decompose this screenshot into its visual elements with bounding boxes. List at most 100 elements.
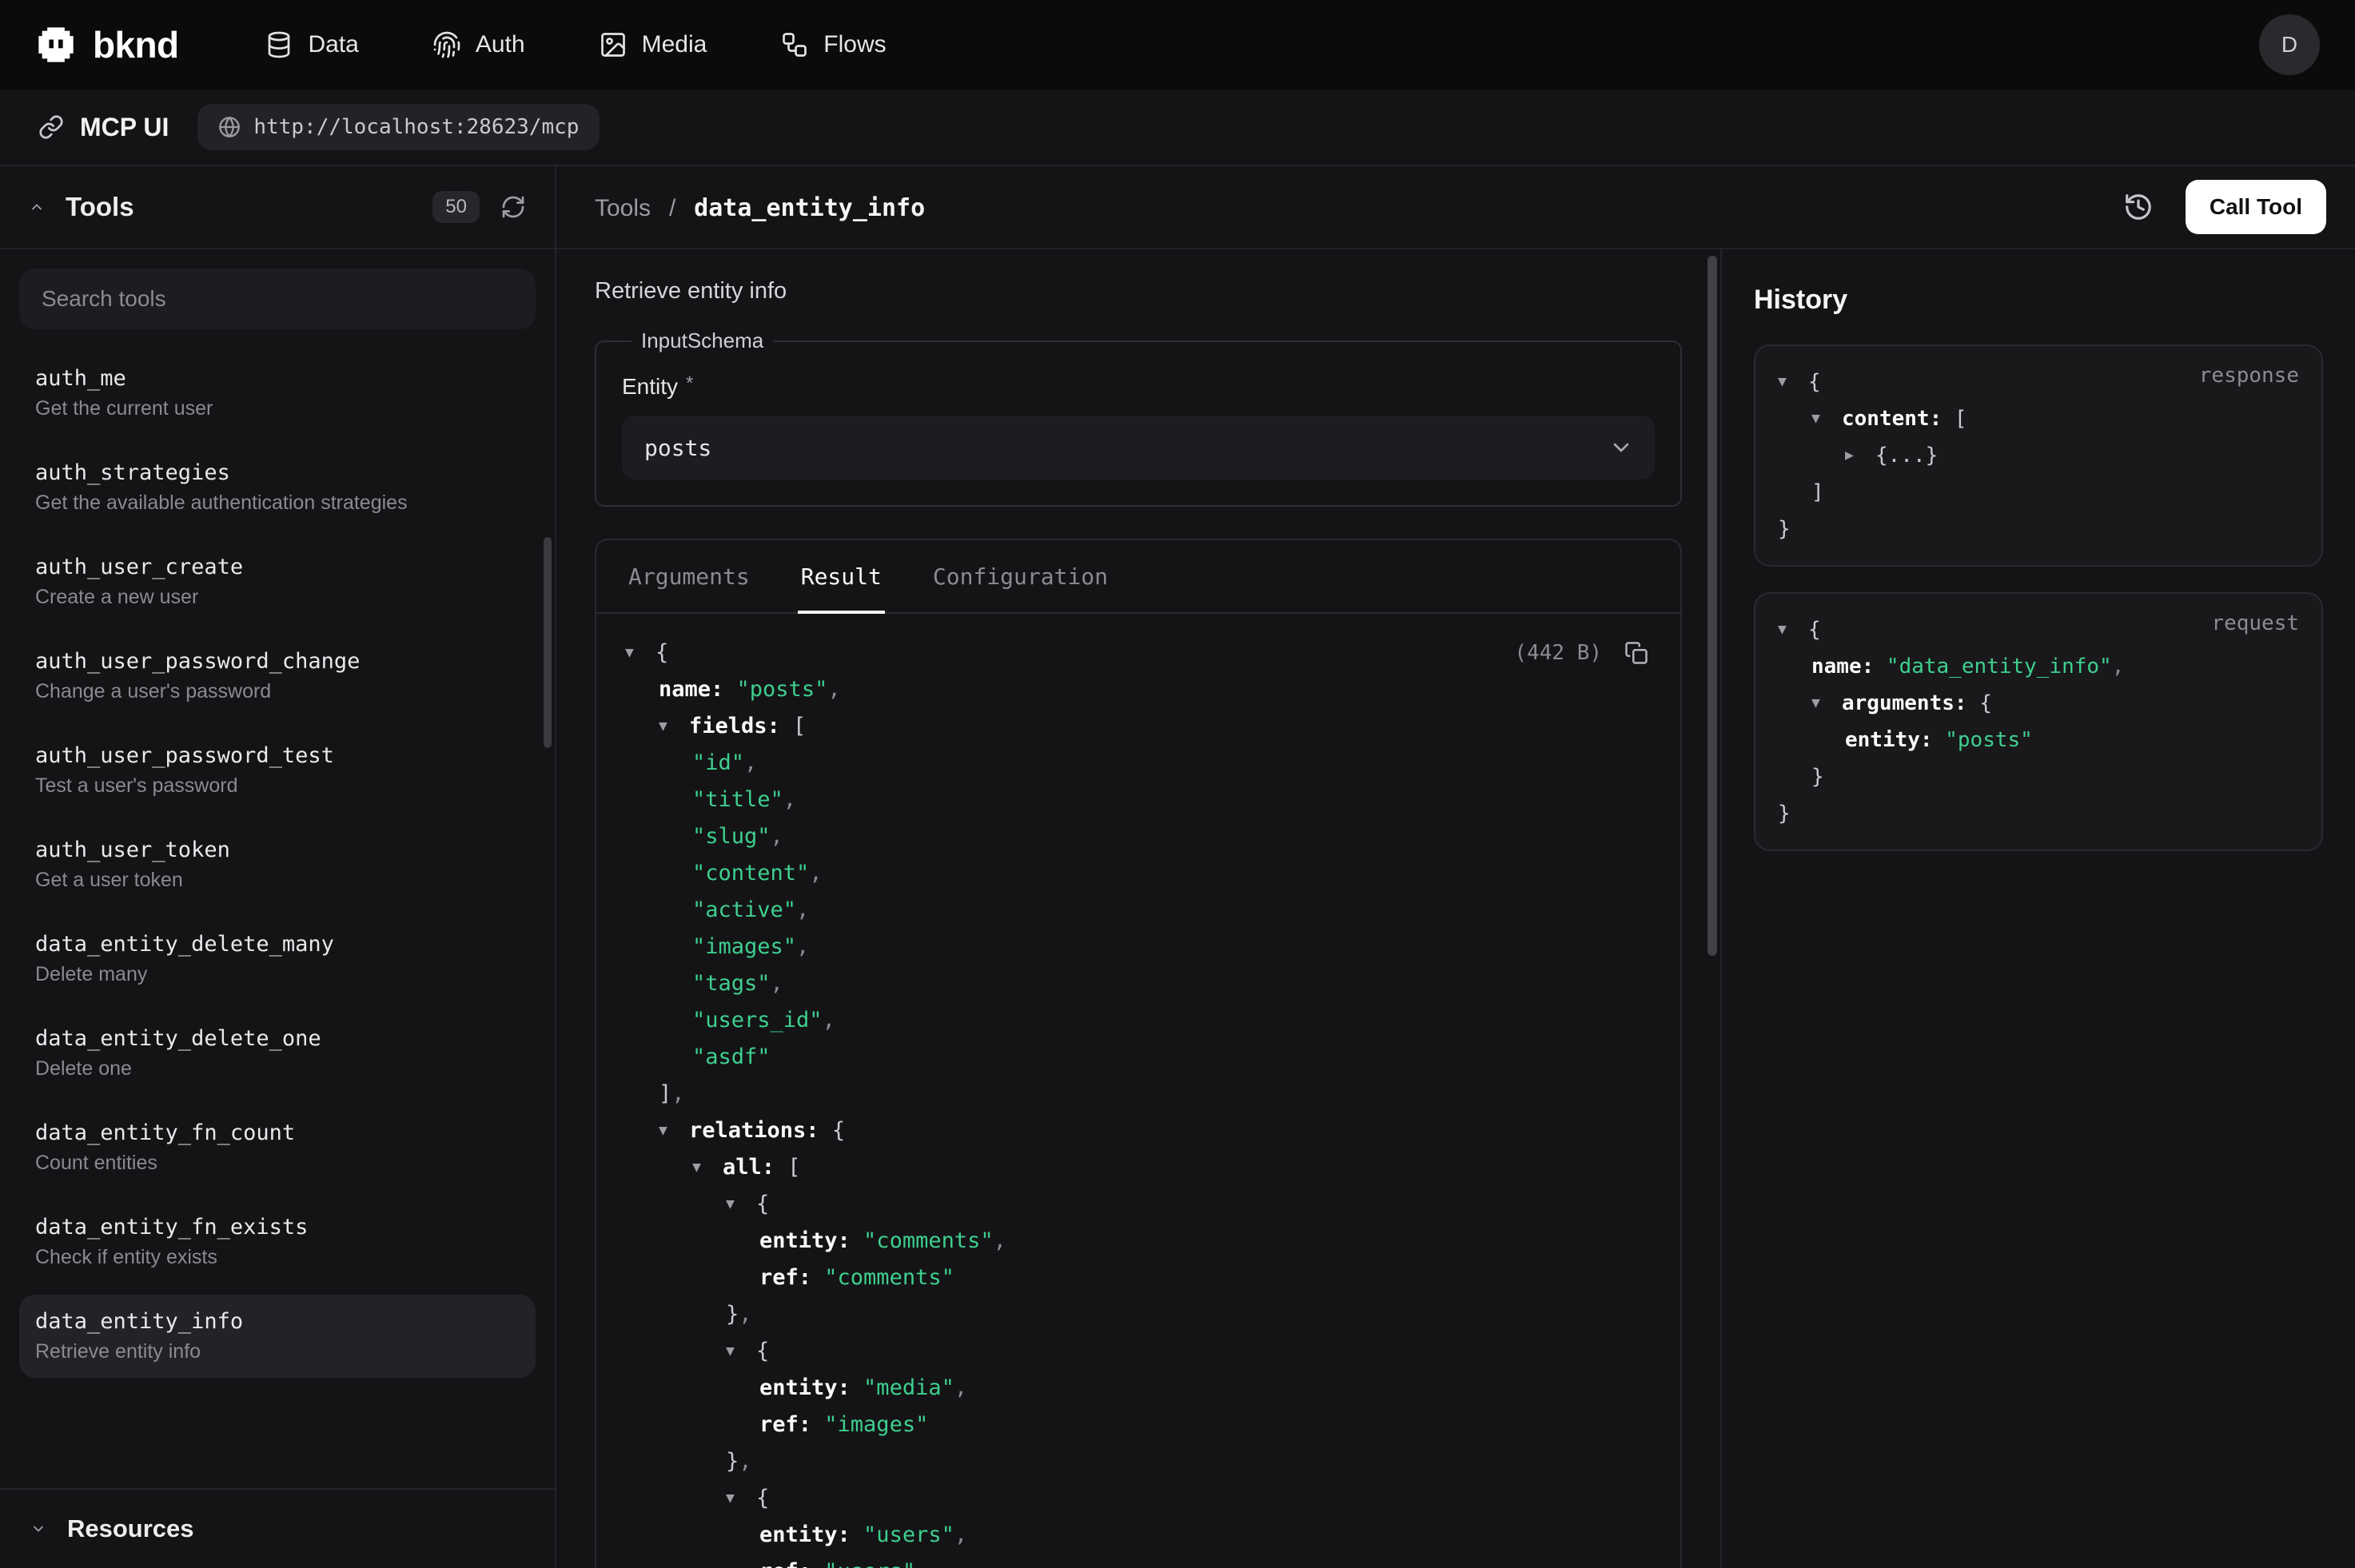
- json-token: {: [756, 1186, 769, 1223]
- nav-item-flows[interactable]: Flows: [780, 30, 886, 59]
- tool-item-auth_me[interactable]: auth_me Get the current user: [19, 352, 536, 435]
- tool-item-auth_user_password_test[interactable]: auth_user_password_testTest a user's pas…: [19, 729, 536, 812]
- nav-item-label: Data: [308, 31, 358, 58]
- result-tabbox: ArgumentsResultConfiguration ▼{(442 B)na…: [595, 539, 1682, 1568]
- logo-text: bknd: [93, 23, 178, 66]
- json-line: }: [1778, 511, 2299, 547]
- main-header: Tools / data_entity_info Call Tool: [556, 166, 2355, 249]
- tool-item-data_entity_fn_count[interactable]: data_entity_fn_countCount entities: [19, 1106, 536, 1189]
- entity-select[interactable]: posts: [622, 416, 1655, 480]
- breadcrumb-current: data_entity_info: [694, 194, 925, 222]
- collapse-arrow-icon[interactable]: ▼: [726, 1333, 756, 1370]
- tab-configuration[interactable]: Configuration: [930, 540, 1111, 612]
- collapse-arrow-icon[interactable]: ▼: [726, 1186, 756, 1223]
- json-token: {: [756, 1480, 769, 1517]
- history-button[interactable]: [2114, 182, 2163, 232]
- scrollbar[interactable]: [1707, 256, 1717, 956]
- json-token: ,: [744, 745, 757, 782]
- nav-item-media[interactable]: Media: [599, 30, 707, 59]
- chevron-down-icon: [1608, 435, 1634, 460]
- collapse-arrow-icon[interactable]: ▼: [1778, 364, 1808, 400]
- tool-item-auth_user_token[interactable]: auth_user_tokenGet a user token: [19, 823, 536, 906]
- json-token: arguments:: [1842, 685, 1967, 722]
- chevron-down-icon: [27, 1518, 50, 1540]
- json-line: },: [625, 1443, 1652, 1480]
- avatar[interactable]: D: [2259, 14, 2320, 75]
- collapse-arrow-icon[interactable]: ▼: [692, 1149, 723, 1186]
- json-line: "tags",: [625, 965, 1652, 1002]
- json-token: "comments": [811, 1260, 954, 1296]
- tool-item-data_entity_delete_many[interactable]: data_entity_delete_manyDelete many: [19, 917, 536, 1001]
- tool-item-data_entity_fn_exists[interactable]: data_entity_fn_existsCheck if entity exi…: [19, 1200, 536, 1283]
- json-token: "active": [692, 892, 796, 929]
- copy-icon[interactable]: [1621, 638, 1652, 668]
- refresh-button[interactable]: [497, 191, 529, 223]
- history-entry-request[interactable]: request▼{name: "data_entity_info",▼argum…: [1754, 592, 2323, 851]
- json-token: "media": [851, 1370, 954, 1407]
- tool-item-auth_user_create[interactable]: auth_user_createCreate a new user: [19, 540, 536, 623]
- tool-name: auth_me: [35, 366, 520, 391]
- tool-item-auth_strategies[interactable]: auth_strategiesGet the available authent…: [19, 446, 536, 529]
- nav-item-data[interactable]: Data: [265, 30, 358, 59]
- json-token: "images": [811, 1407, 928, 1443]
- json-token: ]: [659, 1076, 671, 1112]
- collapse-arrow-icon[interactable]: ▼: [1811, 400, 1842, 437]
- mcp-url-pill[interactable]: http://localhost:28623/mcp: [197, 104, 600, 150]
- json-line: },: [625, 1296, 1652, 1333]
- main-body: Retrieve entity info InputSchema Entity*…: [556, 249, 2355, 1568]
- history-entry-type: request: [2211, 611, 2299, 635]
- json-token: "asdf": [692, 1039, 771, 1076]
- json-line: ],: [625, 1076, 1652, 1112]
- sidebar: Tools 50 auth_meGet the current userauth…: [0, 166, 556, 1568]
- nav-item-auth[interactable]: Auth: [432, 30, 525, 59]
- json-token: "content": [692, 855, 809, 892]
- json-line: ▼arguments: {: [1778, 685, 2299, 722]
- json-token: [: [780, 708, 807, 745]
- nav-item-label: Flows: [823, 31, 886, 58]
- collapse-arrow-icon[interactable]: ▼: [1811, 685, 1842, 722]
- tool-item-data_entity_delete_one[interactable]: data_entity_delete_oneDelete one: [19, 1012, 536, 1095]
- json-line: "users_id",: [625, 1002, 1652, 1039]
- tool-description: Get the current user: [35, 397, 520, 420]
- tool-name: data_entity_fn_exists: [35, 1215, 520, 1240]
- history-entry-response[interactable]: response▼{▼content: [▶{...}]}: [1754, 344, 2323, 567]
- json-line: "active",: [625, 892, 1652, 929]
- json-token: [: [1942, 400, 1966, 437]
- json-token: ,: [771, 818, 783, 855]
- json-line: "id",: [625, 745, 1652, 782]
- json-token: entity:: [759, 1223, 851, 1260]
- tab-arguments[interactable]: Arguments: [625, 540, 753, 612]
- database-icon: [265, 30, 293, 59]
- collapse-arrow-icon[interactable]: ▼: [625, 635, 655, 671]
- collapse-arrow-icon[interactable]: ▼: [659, 708, 689, 745]
- json-line: ▼relations: {: [625, 1112, 1652, 1149]
- tool-description: Delete one: [35, 1057, 520, 1080]
- json-line: ref: "comments": [625, 1260, 1652, 1296]
- json-token: ,: [954, 1517, 967, 1554]
- entity-label-text: Entity: [622, 374, 678, 399]
- bknd-logo[interactable]: bknd: [35, 23, 178, 66]
- call-tool-button[interactable]: Call Tool: [2186, 180, 2326, 234]
- tool-item-data_entity_info[interactable]: data_entity_infoRetrieve entity info: [19, 1295, 536, 1378]
- breadcrumb-section[interactable]: Tools: [595, 195, 651, 221]
- search-input[interactable]: [19, 269, 536, 329]
- tab-result[interactable]: Result: [798, 540, 885, 612]
- history-json-viewer: ▼{name: "data_entity_info",▼arguments: {…: [1778, 611, 2299, 832]
- resources-section-toggle[interactable]: Resources: [0, 1488, 555, 1568]
- json-token: all:: [723, 1149, 775, 1186]
- tool-name: auth_strategies: [35, 460, 520, 485]
- input-schema-legend: InputSchema: [632, 328, 773, 353]
- json-line: entity: "comments",: [625, 1223, 1652, 1260]
- expand-arrow-icon[interactable]: ▶: [1845, 437, 1875, 474]
- json-token: "data_entity_info": [1874, 648, 2111, 685]
- collapse-arrow-icon[interactable]: ▼: [659, 1112, 689, 1149]
- chevron-up-icon[interactable]: [26, 196, 48, 218]
- history-title: History: [1754, 285, 2323, 316]
- collapse-arrow-icon[interactable]: ▼: [726, 1480, 756, 1517]
- json-token: "comments": [851, 1223, 994, 1260]
- tool-item-auth_user_password_change[interactable]: auth_user_password_changeChange a user's…: [19, 635, 536, 718]
- json-line: ▼{: [625, 1186, 1652, 1223]
- collapse-arrow-icon[interactable]: ▼: [1778, 611, 1808, 648]
- sidebar-scrollbar[interactable]: [544, 537, 552, 748]
- json-line: "images",: [625, 929, 1652, 965]
